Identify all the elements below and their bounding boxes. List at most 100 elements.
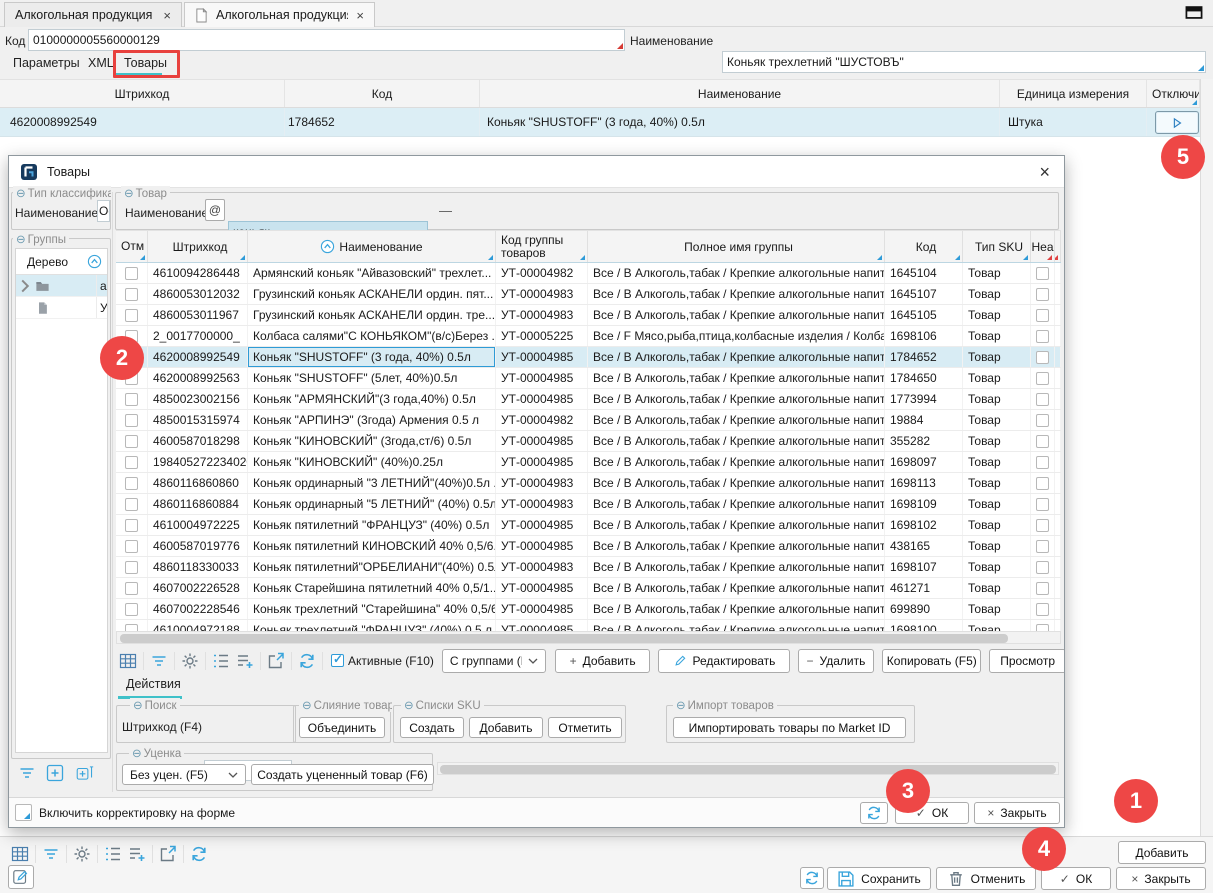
row-select-cell[interactable] (116, 389, 148, 409)
numbered-list-icon[interactable] (209, 649, 233, 673)
cell-k[interactable] (1055, 599, 1061, 619)
cell-barcode[interactable]: 4610004972188 (148, 620, 248, 631)
cell-k[interactable] (1055, 326, 1061, 346)
tab-xml[interactable]: XML (88, 56, 114, 70)
cell-group-fullname[interactable]: Все / В Алкоголь,табак / Крепкие алкогол… (588, 389, 885, 409)
column-header-unit[interactable]: Единица измерения (1000, 80, 1147, 107)
product-row[interactable]: 4610004972188Коньяк трехлетний "ФРАНЦУЗ"… (116, 620, 1061, 631)
dialog-close-button[interactable]: ×Закрыть (974, 802, 1060, 824)
inactive-checkbox[interactable] (1036, 267, 1049, 280)
cell-name[interactable]: Коньяк Старейшина пятилетний 40% 0,5/1..… (248, 578, 496, 598)
column-header-barcode[interactable]: Штрихкод (0, 80, 285, 107)
cell-name[interactable]: Коньяк "SHUSTOFF" (3 года, 40%) 0.5л (248, 347, 496, 367)
open-external-icon[interactable] (156, 842, 180, 866)
markdown-dropdown[interactable]: Без уцен. (F5) (122, 764, 246, 785)
cell-group-fullname[interactable]: Все / В Алкоголь,табак / Крепкие алкогол… (588, 431, 885, 451)
scrollbar-thumb[interactable] (440, 765, 1056, 774)
cell-inactive[interactable] (1031, 536, 1055, 556)
sort-ascending-icon[interactable] (87, 254, 102, 269)
cell-barcode[interactable]: 4600587019776 (148, 536, 248, 556)
add-button[interactable]: Добавить (1118, 841, 1206, 864)
cell-sku-type[interactable]: Товар (963, 389, 1031, 409)
cell-inactive[interactable] (1031, 368, 1055, 388)
column-header-disable[interactable]: Отключи (1147, 80, 1200, 107)
cell-sku-type[interactable]: Товар (963, 557, 1031, 577)
row-select-cell[interactable] (116, 620, 148, 631)
cell-group-fullname[interactable]: Все / В Алкоголь,табак / Крепкие алкогол… (588, 452, 885, 472)
inactive-checkbox[interactable] (1036, 582, 1049, 595)
name-input[interactable]: Коньяк трехлетний "ШУСТОВЪ" (722, 51, 1206, 73)
cell-name[interactable]: Коньяк ординарный "5 ЛЕТНИЙ" (40%) 0.5л (248, 494, 496, 514)
create-markdown-product-button[interactable]: Создать уцененный товар (F6) (251, 764, 434, 785)
cell-sku-type[interactable]: Товар (963, 326, 1031, 346)
cell-name[interactable]: Коньяк "АРПИНЭ" (3года) Армения 0.5 л (248, 410, 496, 430)
product-row[interactable]: 4620008992563Коньяк "SHUSTOFF" (5лет, 40… (116, 368, 1061, 389)
cell-sku-type[interactable]: Товар (963, 368, 1031, 388)
list-add-icon[interactable] (233, 649, 257, 673)
cell-group-fullname[interactable]: Все / В Алкоголь,табак / Крепкие алкогол… (588, 578, 885, 598)
cell-name[interactable]: Коньяк пятилетний КИНОВСКИЙ 40% 0,5/6... (248, 536, 496, 556)
cell-name[interactable]: Коньяк "КИНОВСКИЙ" (3года,ст/6) 0.5л (248, 431, 496, 451)
row-checkbox[interactable] (125, 519, 138, 532)
row-select-cell[interactable] (116, 263, 148, 283)
inactive-checkbox[interactable] (1036, 561, 1049, 574)
cell-code[interactable]: 1698107 (885, 557, 963, 577)
column-header-group-fullname[interactable]: Полное имя группы (588, 231, 885, 262)
cell-name[interactable]: Коньяк "SHUSTOFF" (3 года, 40%) 0.5л (480, 108, 1000, 136)
cell-group-code[interactable]: УТ-00004983 (496, 284, 588, 304)
cell-group-code[interactable]: УТ-00004983 (496, 473, 588, 493)
column-header-code[interactable]: Код (885, 231, 963, 262)
cell-k[interactable] (1055, 515, 1061, 535)
vertical-scrollbar[interactable] (1200, 79, 1213, 836)
cell-code[interactable]: 19884 (885, 410, 963, 430)
row-checkbox[interactable] (125, 309, 138, 322)
cell-group-fullname[interactable]: Все / В Алкоголь,табак / Крепкие алкогол… (588, 263, 885, 283)
cell-group-code[interactable]: УТ-00004985 (496, 368, 588, 388)
refresh-button[interactable] (800, 867, 824, 889)
cell-group-fullname[interactable]: Все / В Алкоголь,табак / Крепкие алкогол… (588, 494, 885, 514)
cell-group-fullname[interactable]: Все / F Мясо,рыба,птица,колбасные издели… (588, 326, 885, 346)
tree-row-page[interactable]: У (16, 297, 107, 319)
cell-group-code[interactable]: УТ-00004985 (496, 536, 588, 556)
product-row[interactable]: 2_0017700000_Колбаса салями"С КОНЬЯКОМ"(… (116, 326, 1061, 347)
grid-view-icon[interactable] (8, 842, 32, 866)
cell-inactive[interactable] (1031, 347, 1055, 367)
cell-barcode[interactable]: 2_0017700000_ (148, 326, 248, 346)
tree-column-header[interactable]: Дерево (16, 249, 107, 275)
cell-group-code[interactable]: УТ-00004985 (496, 599, 588, 619)
delete-product-button[interactable]: −Удалить (798, 649, 875, 673)
cell-sku-type[interactable]: Товар (963, 410, 1031, 430)
inactive-checkbox[interactable] (1036, 414, 1049, 427)
cell-name[interactable]: Коньяк ординарный "3 ЛЕТНИЙ"(40%)0.5л ..… (248, 473, 496, 493)
cell-code[interactable]: 1698106 (885, 326, 963, 346)
refresh-icon[interactable] (295, 649, 319, 673)
sort-ascending-icon[interactable] (320, 239, 335, 254)
cell-group-code[interactable]: УТ-00004985 (496, 389, 588, 409)
settings-gear-icon[interactable] (70, 842, 94, 866)
cell-k[interactable] (1055, 620, 1061, 631)
active-checkbox-label[interactable]: Активные (F10) (348, 654, 434, 668)
row-checkbox[interactable] (125, 477, 138, 490)
cell-k[interactable] (1055, 305, 1061, 325)
cell-name[interactable]: Коньяк пятилетний"ОРБЕЛИАНИ"(40%) 0.5л (248, 557, 496, 577)
cell-barcode[interactable]: 4860053012032 (148, 284, 248, 304)
row-select-cell[interactable] (116, 305, 148, 325)
cell-sku-type[interactable]: Товар (963, 515, 1031, 535)
cell-group-code[interactable]: УТ-00004985 (496, 515, 588, 535)
cell-name[interactable]: Коньяк "SHUSTOFF" (5лет, 40%)0.5л (248, 368, 496, 388)
cell-barcode[interactable]: 4860116860884 (148, 494, 248, 514)
cell-name[interactable]: Коньяк пятилетний "ФРАНЦУЗ" (40%) 0.5л (248, 515, 496, 535)
product-row[interactable]: 4607002228546Коньяк трехлетний "Старейши… (116, 599, 1061, 620)
cell-inactive[interactable] (1031, 305, 1055, 325)
cell-group-code[interactable]: УТ-00004983 (496, 494, 588, 514)
cell-code[interactable]: 1784650 (885, 368, 963, 388)
cell-group-fullname[interactable]: Все / В Алкоголь,табак / Крепкие алкогол… (588, 599, 885, 619)
cell-code[interactable]: 1645104 (885, 263, 963, 283)
product-row[interactable]: 4620008992549Коньяк "SHUSTOFF" (3 года, … (116, 347, 1061, 368)
row-checkbox[interactable] (125, 435, 138, 448)
inactive-checkbox[interactable] (1036, 288, 1049, 301)
cell-sku-type[interactable]: Товар (963, 452, 1031, 472)
product-row[interactable]: 4607002226528Коньяк Старейшина пятилетни… (116, 578, 1061, 599)
cell-name[interactable]: Грузинский коньяк АСКАНЕЛИ ордин. тре... (248, 305, 496, 325)
cell-group-fullname[interactable]: Все / В Алкоголь,табак / Крепкие алкогол… (588, 473, 885, 493)
